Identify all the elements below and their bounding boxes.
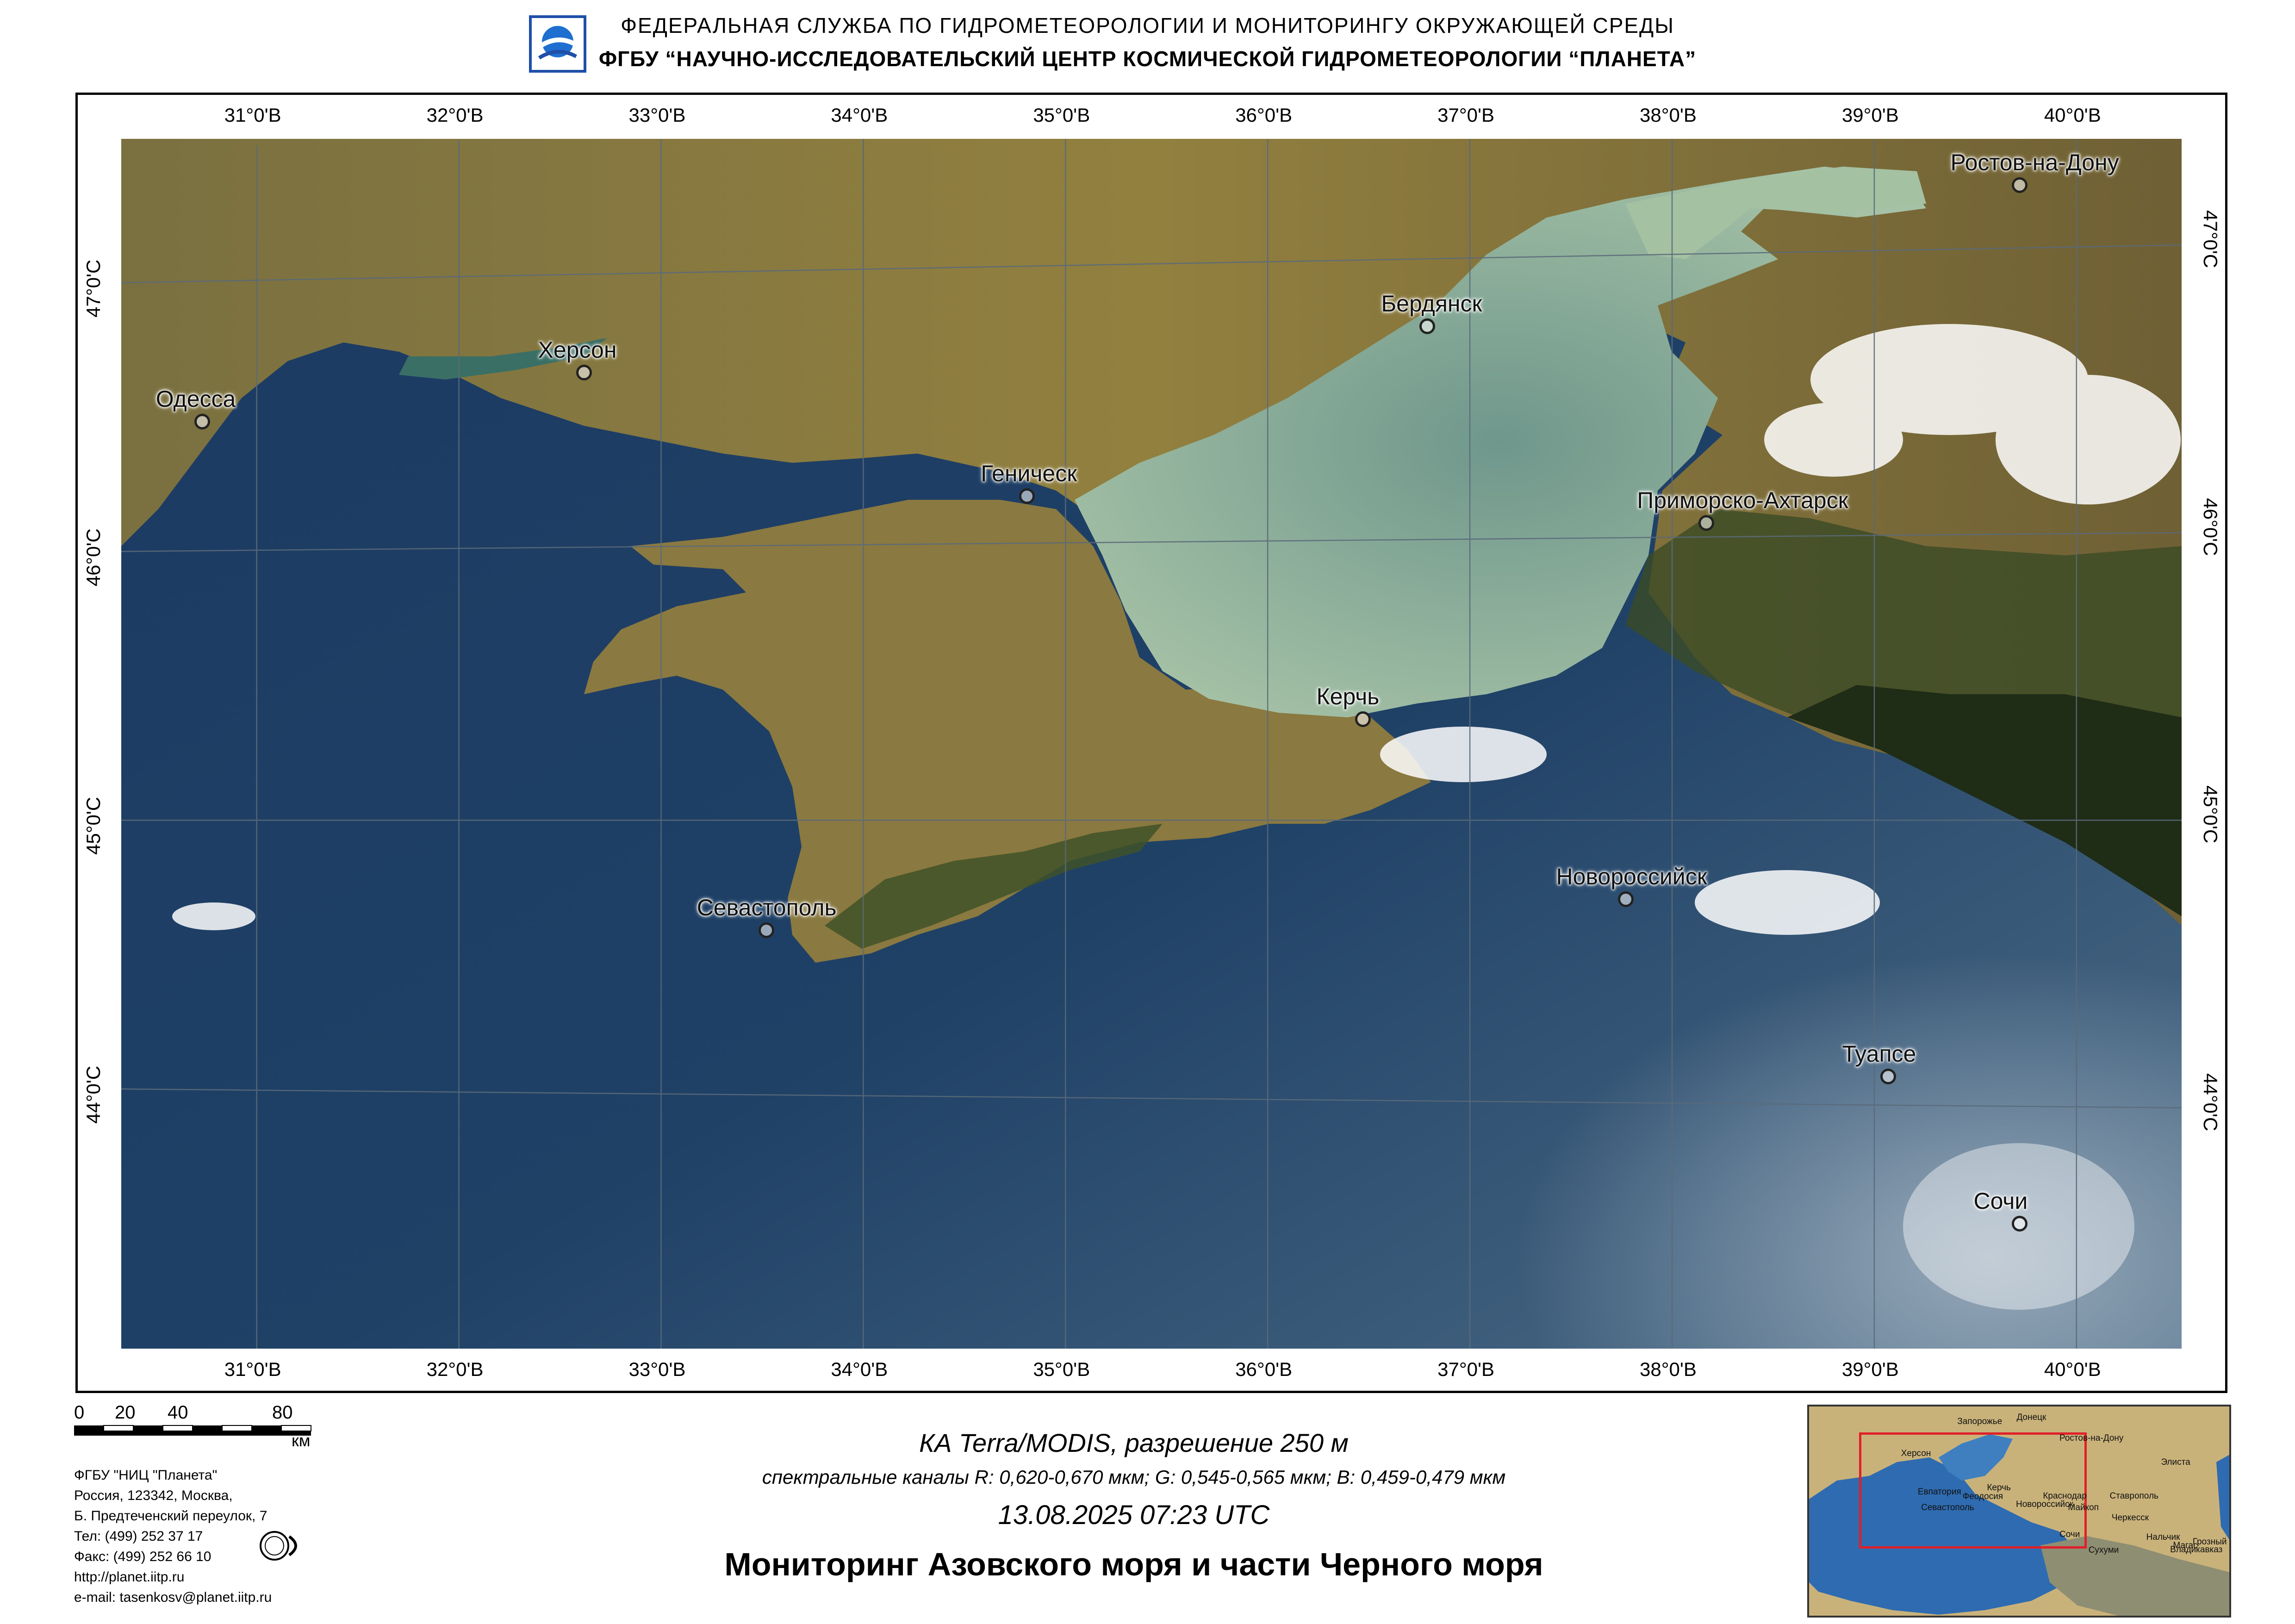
scale-unit: км <box>292 1431 311 1450</box>
city-label: Приморско-Ахтарск <box>1637 487 1848 513</box>
org-email[interactable]: e-mail: tasenkosv@planet.iitp.ru <box>74 1588 272 1607</box>
inset-extent-rect <box>1859 1432 2087 1549</box>
inset-city-label: Донецк <box>2016 1412 2046 1422</box>
city-label: Керчь <box>1316 684 1380 710</box>
inset-city-label: Новороссийск <box>2016 1500 2073 1510</box>
scale-tick-0: 0 <box>74 1402 85 1423</box>
org-address-2: Б. Предтеченский переулок, 7 <box>74 1508 267 1524</box>
city-marker-icon <box>1419 318 1436 334</box>
city-label: Одесса <box>155 386 236 412</box>
city-label: Ростов-на-Дону <box>1950 149 2119 175</box>
header-center: ФГБУ “НАУЧНО-ИССЛЕДОВАТЕЛЬСКИЙ ЦЕНТР КОС… <box>598 47 1697 71</box>
org-phone: Тел: (499) 252 37 17 <box>74 1529 203 1544</box>
city-marker-icon <box>194 413 210 429</box>
city-marker-icon <box>1617 891 1634 908</box>
inset-city-label: Евпатория <box>1917 1487 1961 1497</box>
city-label: Туапсе <box>1842 1041 1916 1067</box>
scale-tick-40: 40 <box>168 1402 188 1423</box>
inset-city-label: Ростов-на-Дону <box>2059 1433 2124 1443</box>
city-label: Геническ <box>981 460 1077 486</box>
inset-city-label: Феодосия <box>1962 1491 2003 1501</box>
org-website[interactable]: http://planet.iitp.ru <box>74 1568 184 1587</box>
org-name: ФГБУ "НИЦ "Планета" <box>74 1468 218 1483</box>
acquisition-datetime: 13.08.2025 07:23 UTC <box>998 1500 1270 1530</box>
scale-bar: 0 20 40 80 км <box>74 1402 315 1453</box>
scale-tick-20: 20 <box>115 1402 136 1423</box>
inset-city-label: Ставрополь <box>2109 1491 2158 1501</box>
city-label: Новороссийск <box>1556 864 1707 890</box>
iso-certificate-icon <box>257 1523 308 1569</box>
city-marker-icon <box>1355 711 1371 728</box>
org-address-1: Россия, 123342, Москва, <box>74 1488 233 1503</box>
inset-city-label: Сухуми <box>2088 1545 2119 1556</box>
inset-city-label: Сочи <box>2059 1530 2080 1540</box>
city-marker-icon <box>758 922 774 938</box>
header-agency: ФЕДЕРАЛЬНАЯ СЛУЖБА ПО ГИДРОМЕТЕОРОЛОГИИ … <box>621 13 1674 37</box>
inset-city-label: Запорожье <box>1957 1416 2003 1426</box>
city-label: Херсон <box>538 336 617 363</box>
scale-tick-80: 80 <box>272 1402 293 1423</box>
inset-city-label: Севастополь <box>1921 1503 1974 1513</box>
city-label: Бердянск <box>1381 290 1482 317</box>
org-fax: Факс: (499) 252 66 10 <box>74 1549 211 1564</box>
spectral-bands: спектральные каналы R: 0,620-0,670 мкм; … <box>762 1466 1506 1488</box>
inset-city-label: Херсон <box>1901 1448 1931 1458</box>
inset-city-label: Элиста <box>2161 1457 2190 1467</box>
city-label: Сочи <box>1973 1188 2028 1214</box>
map-title: Мониторинг Азовского моря и части Черног… <box>724 1546 1543 1582</box>
inset-city-label: Черкесск <box>2111 1512 2149 1523</box>
satellite-info: КА Terra/MODIS, разрешение 250 м <box>919 1428 1349 1457</box>
city-label: Севастополь <box>697 894 837 921</box>
inset-city-label: Грозный <box>2192 1537 2227 1547</box>
city-marker-icon <box>1698 515 1715 531</box>
inset-city-label: Керчь <box>1987 1482 2011 1493</box>
city-marker-icon <box>1019 488 1035 504</box>
satellite-map <box>121 139 2182 1349</box>
